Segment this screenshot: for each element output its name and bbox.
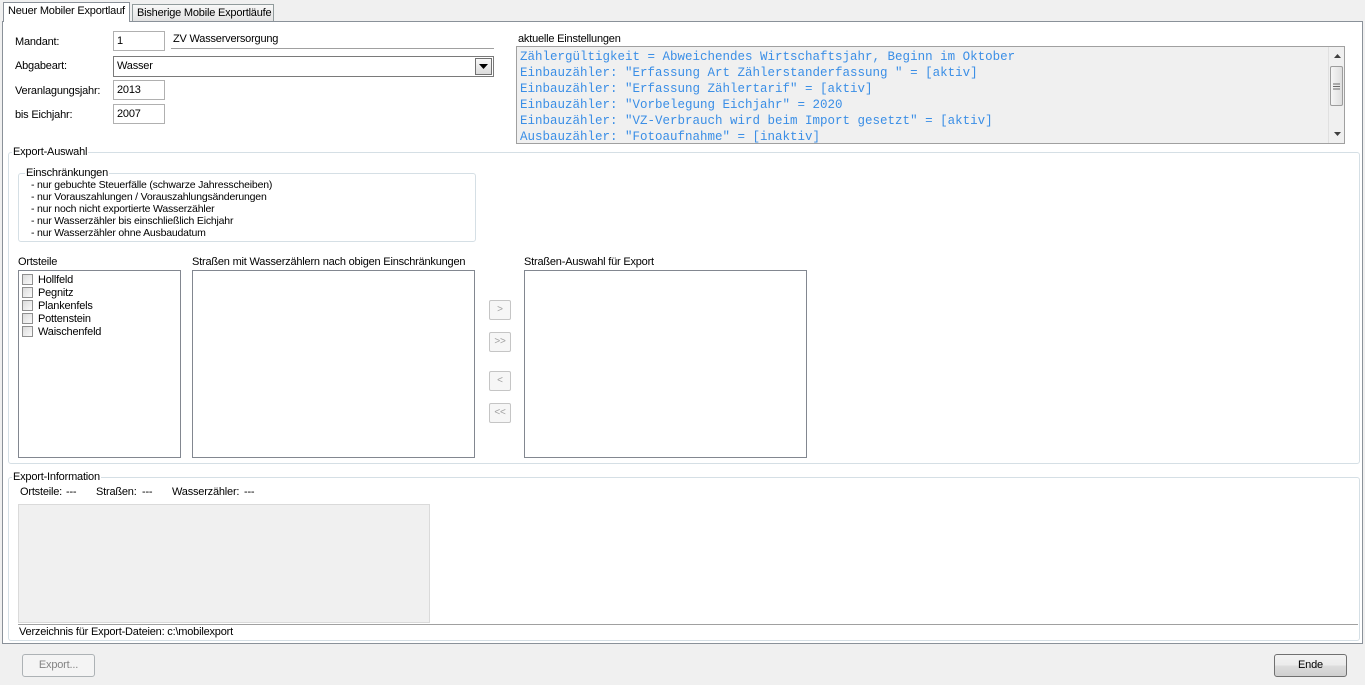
ortsteil-label: Hollfeld [38, 273, 74, 286]
export-info-title: Export-Information [12, 471, 101, 483]
scrollbar-thumb[interactable] [1330, 66, 1343, 106]
strassen-label: Straßen mit Wasserzählern nach obigen Ei… [192, 256, 466, 268]
abgabeart-select[interactable]: Wasser [113, 56, 494, 77]
eichjahr-label: bis Eichjahr: [15, 109, 73, 121]
eichjahr-input[interactable]: 2007 [113, 104, 165, 124]
move-right-button[interactable]: > [489, 300, 511, 320]
ortsteil-label: Pottenstein [38, 312, 91, 325]
ortsteile-label: Ortsteile [18, 256, 58, 268]
tab-neuer-mobiler-exportlauf[interactable]: Neuer Mobiler Exportlauf [3, 2, 130, 22]
ortsteil-label: Plankenfels [38, 299, 93, 312]
export-auswahl-title: Export-Auswahl [12, 146, 89, 158]
ortsteile-list[interactable]: Hollfeld Pegnitz Plankenfels Pottenstein… [18, 270, 181, 458]
settings-line: Einbauzähler: "Erfassung Zählertarif" = … [520, 82, 873, 96]
move-all-left-button[interactable]: << [489, 403, 511, 423]
settings-title: aktuelle Einstellungen [518, 33, 621, 45]
scroll-up-icon[interactable] [1329, 48, 1344, 64]
info-wasserzaehler-value: --- [244, 486, 255, 498]
ortsteil-item[interactable]: Hollfeld [19, 273, 180, 286]
abgabeart-label: Abgabeart: [15, 60, 67, 72]
veranlagungsjahr-input[interactable]: 2013 [113, 80, 165, 100]
settings-line: Ausbauzähler: "Fotoaufnahme" = [inaktiv] [520, 130, 821, 144]
strassen-auswahl-list[interactable] [524, 270, 807, 458]
export-info-panel [18, 504, 430, 623]
settings-line: Einbauzähler: "Vorbelegung Eichjahr" = 2… [520, 98, 843, 112]
move-left-button[interactable]: < [489, 371, 511, 391]
checkbox-icon[interactable] [22, 287, 33, 298]
move-all-right-button[interactable]: >> [489, 332, 511, 352]
checkbox-icon[interactable] [22, 326, 33, 337]
settings-scrollbar[interactable] [1328, 47, 1344, 143]
restriction-item: - nur gebuchte Steuerfälle (schwarze Jah… [31, 179, 273, 191]
export-button[interactable]: Export... [22, 654, 95, 677]
checkbox-icon[interactable] [22, 300, 33, 311]
ortsteil-item[interactable]: Waischenfeld [19, 325, 180, 338]
settings-line: Zählergültigkeit = Abweichendes Wirtscha… [520, 50, 1016, 64]
mandant-name-field: ZV Wasserversorgung [171, 31, 494, 49]
info-ortsteile-label: Ortsteile: [20, 486, 63, 498]
restriction-item: - nur Wasserzähler bis einschließlich Ei… [31, 215, 234, 227]
ende-button[interactable]: Ende [1274, 654, 1347, 677]
veranlagungsjahr-label: Veranlagungsjahr: [15, 85, 101, 97]
scroll-down-icon[interactable] [1329, 126, 1344, 142]
abgabeart-value: Wasser [117, 60, 153, 72]
ortsteil-item[interactable]: Pottenstein [19, 312, 180, 325]
restriction-item: - nur Vorauszahlungen / Vorauszahlungsän… [31, 191, 267, 203]
info-wasserzaehler-label: Wasserzähler: [172, 486, 240, 498]
divider [18, 624, 1358, 625]
restrictions-title: Einschränkungen [25, 167, 110, 179]
settings-line: Einbauzähler: "Erfassung Art Zählerstand… [520, 66, 978, 80]
info-ortsteile-value: --- [66, 486, 77, 498]
mandant-input[interactable]: 1 [113, 31, 165, 51]
restriction-item: - nur Wasserzähler ohne Ausbaudatum [31, 227, 206, 239]
info-strassen-label: Straßen: [96, 486, 137, 498]
settings-textbox[interactable]: Zählergültigkeit = Abweichendes Wirtscha… [516, 46, 1345, 144]
settings-line: Einbauzähler: "VZ-Verbrauch wird beim Im… [520, 114, 993, 128]
checkbox-icon[interactable] [22, 274, 33, 285]
ortsteil-label: Pegnitz [38, 286, 74, 299]
strassen-list[interactable] [192, 270, 475, 458]
info-strassen-value: --- [142, 486, 153, 498]
auswahl-label: Straßen-Auswahl für Export [524, 256, 654, 268]
chevron-down-icon[interactable] [475, 58, 492, 75]
ortsteil-label: Waischenfeld [38, 325, 102, 338]
restriction-item: - nur noch nicht exportierte Wasserzähle… [31, 203, 215, 215]
export-directory-text: Verzeichnis für Export-Dateien: c:\mobil… [19, 626, 233, 638]
checkbox-icon[interactable] [22, 313, 33, 324]
mandant-label: Mandant: [15, 36, 60, 48]
ortsteil-item[interactable]: Pegnitz [19, 286, 180, 299]
ortsteil-item[interactable]: Plankenfels [19, 299, 180, 312]
